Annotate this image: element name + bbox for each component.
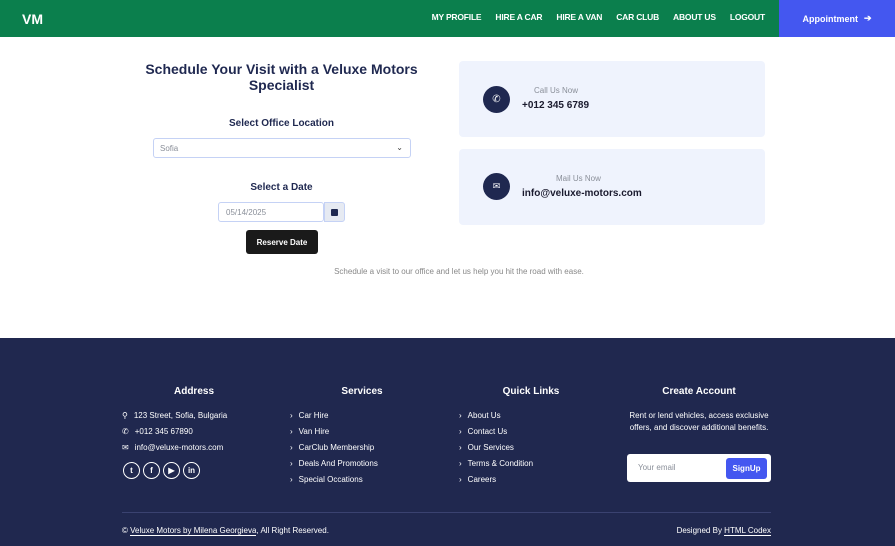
chevron-right-icon: › (459, 475, 462, 484)
service-link[interactable]: › Van Hire (290, 427, 329, 436)
envelope-open-icon: ✉ (483, 173, 510, 200)
location-label: Select Office Location (228, 118, 335, 129)
calendar-button[interactable] (324, 202, 345, 222)
link-label: Careers (467, 475, 497, 484)
chevron-right-icon: › (459, 427, 462, 436)
call-card: ✆ Call Us Now +012 345 6789 (459, 61, 765, 137)
link-label: About Us (467, 411, 501, 420)
tagline: Schedule a visit to our office and let u… (334, 267, 584, 276)
logo[interactable]: VM (22, 11, 43, 27)
address-street: ⚲ 123 Street, Sofia, Bulgaria (122, 411, 227, 420)
calendar-icon (331, 209, 338, 216)
copyright-suffix: , All Right Reserved. (256, 526, 329, 535)
location-value: Sofia (160, 144, 179, 153)
designer-link[interactable]: HTML Codex (724, 526, 771, 536)
arrow-right-icon: ➔ (863, 13, 872, 23)
link-label: Contact Us (467, 427, 508, 436)
nav-about-us[interactable]: ABOUT US (673, 12, 716, 22)
appointment-label: Appointment (802, 13, 858, 24)
footer: Address ⚲ 123 Street, Sofia, Bulgaria ✆ +0… (0, 338, 895, 546)
location-select[interactable]: Sofia ⌄ (153, 138, 411, 158)
nav-logout[interactable]: LOGOUT (730, 12, 765, 22)
youtube-icon[interactable]: ▶ (163, 462, 180, 479)
facebook-icon[interactable]: f (143, 462, 160, 479)
copyright: © Veluxe Motors by Milena Georgieva, All… (122, 526, 329, 536)
chevron-right-icon: › (459, 411, 462, 420)
nav-hire-a-van[interactable]: HIRE A VAN (556, 12, 602, 22)
reserve-date-button[interactable]: Reserve Date (246, 230, 318, 254)
phone-icon: ✆ (122, 427, 129, 436)
designed-prefix: Designed By (676, 526, 722, 535)
quick-link[interactable]: › Careers (459, 475, 496, 484)
service-link[interactable]: › Special Occations (290, 475, 363, 484)
service-link[interactable]: › Deals And Promotions (290, 459, 378, 468)
date-input[interactable]: 05/14/2025 (218, 202, 324, 222)
link-label: CarClub Membership (298, 443, 375, 452)
quick-link[interactable]: › Our Services (459, 443, 514, 452)
chevron-right-icon: › (290, 459, 293, 468)
nav-car-club[interactable]: CAR CLUB (616, 12, 659, 22)
map-marker-icon: ⚲ (122, 411, 128, 420)
date-label: Select a Date (250, 182, 313, 193)
quick-link[interactable]: › About Us (459, 411, 501, 420)
address-phone: ✆ +012 345 67890 (122, 427, 193, 436)
newsletter-email-input[interactable]: Your email SignUp (627, 454, 771, 482)
mail-label: Mail Us Now (556, 174, 601, 183)
copyright-symbol: © (122, 526, 128, 535)
street-text: 123 Street, Sofia, Bulgaria (133, 411, 228, 420)
address-email: ✉ info@veluxe-motors.com (122, 443, 223, 452)
chevron-right-icon: › (290, 475, 293, 484)
call-value: +012 345 6789 (522, 100, 590, 111)
chevron-right-icon: › (290, 443, 293, 452)
quick-links-heading: Quick Links (502, 386, 560, 397)
appointment-button[interactable]: Appointment ➔ (779, 0, 895, 37)
link-label: Terms & Condition (467, 459, 534, 468)
chevron-right-icon: › (459, 443, 462, 452)
chevron-right-icon: › (459, 459, 462, 468)
linkedin-icon[interactable]: in (183, 462, 200, 479)
envelope-icon: ✉ (122, 443, 129, 452)
phone-text: +012 345 67890 (134, 427, 193, 436)
phone-icon: ✆ (483, 86, 510, 113)
nav-my-profile[interactable]: MY PROFILE (432, 12, 482, 22)
page-title: Schedule Your Visit with a Veluxe Motors… (145, 61, 418, 93)
chevron-right-icon: › (290, 411, 293, 420)
nav-hire-a-car[interactable]: HIRE A CAR (495, 12, 542, 22)
chevron-right-icon: › (290, 427, 293, 436)
address-heading: Address (173, 386, 214, 397)
chevron-down-icon: ⌄ (396, 143, 403, 152)
quick-link[interactable]: › Terms & Condition (459, 459, 533, 468)
mail-value: info@veluxe-motors.com (522, 188, 642, 199)
link-label: Deals And Promotions (298, 459, 378, 468)
footer-divider (122, 512, 771, 513)
signup-button[interactable]: SignUp (726, 458, 767, 479)
create-account-text: Rent or lend vehicles, access exclusive … (629, 411, 769, 432)
email-text: info@veluxe-motors.com (134, 443, 224, 452)
service-link[interactable]: › Car Hire (290, 411, 328, 420)
twitter-icon[interactable]: t (123, 462, 140, 479)
create-account-heading: Create Account (662, 386, 736, 397)
link-label: Car Hire (298, 411, 329, 420)
navbar: VM MY PROFILE HIRE A CAR HIRE A VAN CAR … (0, 0, 895, 37)
copyright-link[interactable]: Veluxe Motors by Milena Georgieva (130, 526, 257, 536)
nav-menu: MY PROFILE HIRE A CAR HIRE A VAN CAR CLU… (432, 12, 766, 22)
services-heading: Services (341, 386, 383, 397)
link-label: Van Hire (298, 427, 330, 436)
email-placeholder: Your email (638, 463, 676, 472)
quick-link[interactable]: › Contact Us (459, 427, 507, 436)
service-link[interactable]: › CarClub Membership (290, 443, 374, 452)
mail-card: ✉ Mail Us Now info@veluxe-motors.com (459, 149, 765, 225)
call-label: Call Us Now (534, 86, 579, 95)
link-label: Special Occations (298, 475, 363, 484)
designed-by: Designed By HTML Codex (676, 526, 771, 536)
link-label: Our Services (467, 443, 514, 452)
